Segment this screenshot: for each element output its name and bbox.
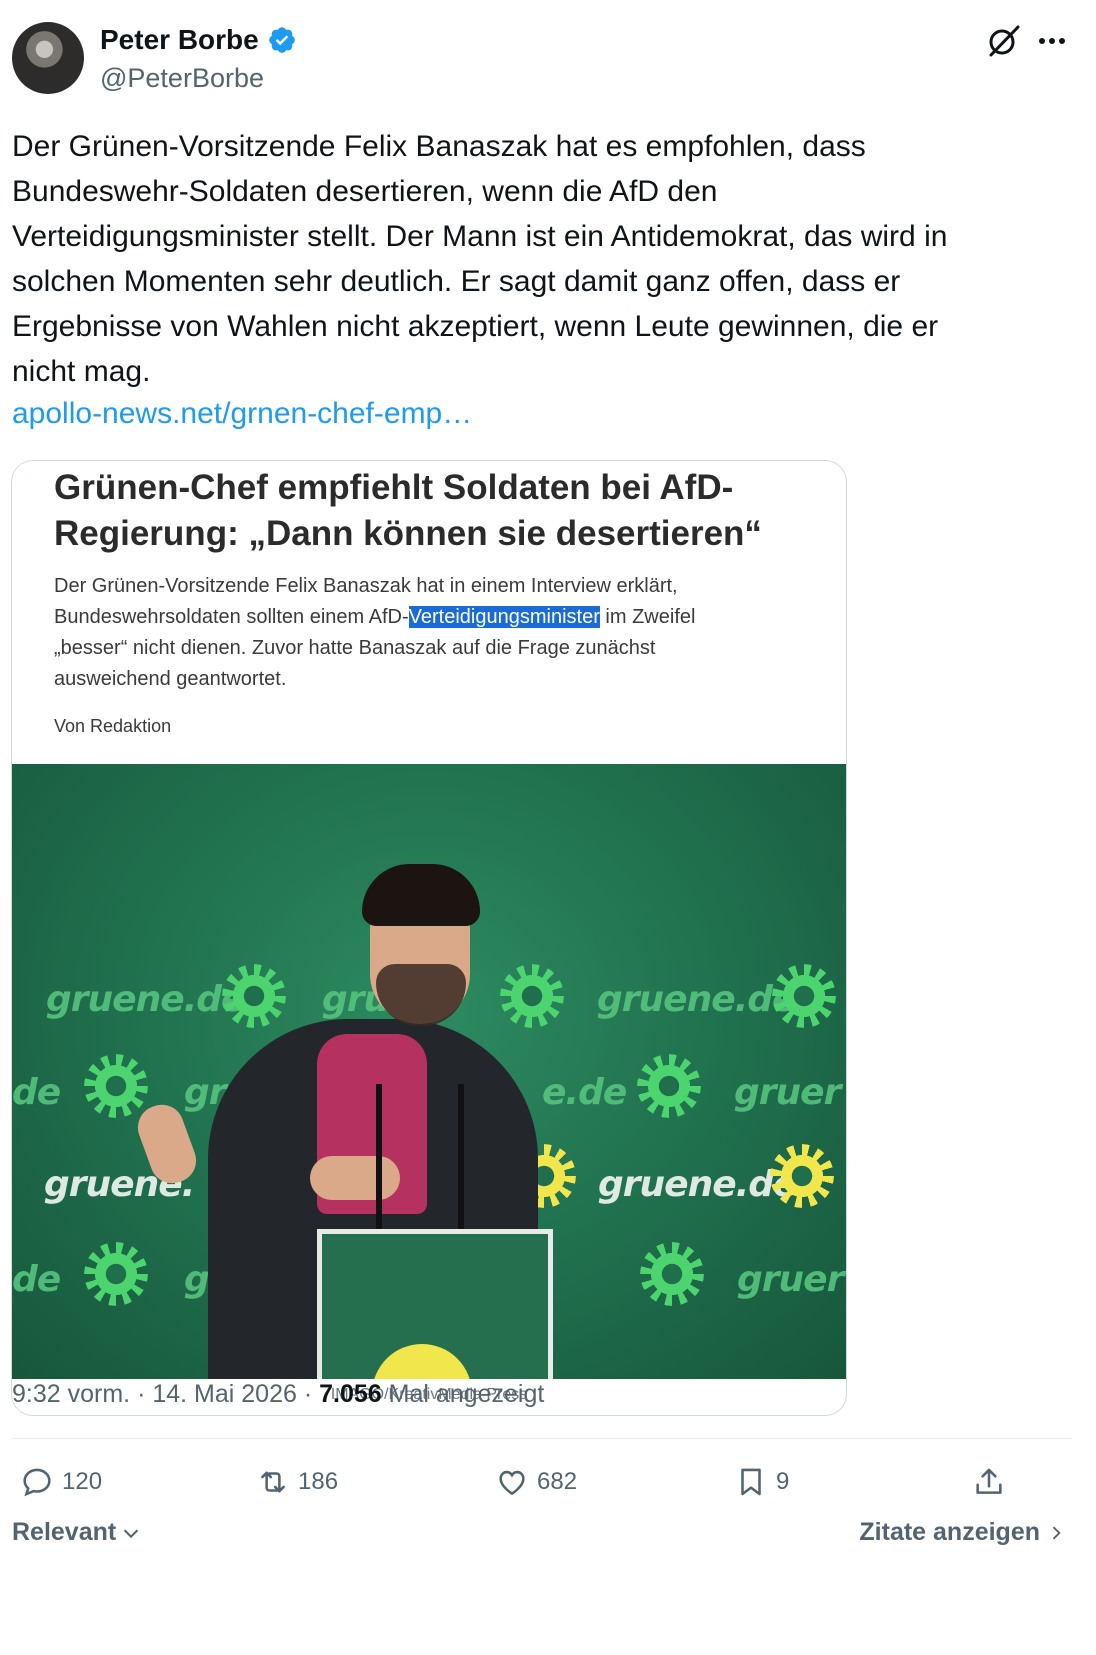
view-count: 7.056 <box>319 1380 382 1408</box>
bookmark-icon <box>741 1468 761 1496</box>
divider <box>12 1438 1072 1439</box>
watermark-text: gruer <box>734 1072 841 1113</box>
sunflower-logo-icon <box>84 1054 148 1118</box>
like-button[interactable]: 682 <box>495 1460 577 1504</box>
article-title: Grünen-Chef empfiehlt Soldaten bei AfD-R… <box>54 468 762 553</box>
sunflower-logo-icon <box>222 964 286 1028</box>
share-icon <box>976 1468 1002 1494</box>
watermark-text: gruene.de <box>46 979 245 1020</box>
bookmark-button[interactable]: 9 <box>734 1460 789 1504</box>
verified-badge-icon <box>268 27 295 53</box>
tweet-meta: 9:32 vorm. · 14. Mai 2026 · 7.056 Mal an… <box>12 1374 544 1414</box>
sunflower-logo-icon <box>500 964 564 1028</box>
article-lead-highlight: Verteidigungsminister <box>408 606 600 628</box>
view-count-label: Mal angezeigt <box>388 1380 545 1408</box>
watermark-text: de <box>12 1072 61 1113</box>
reply-button[interactable]: 120 <box>20 1460 102 1504</box>
media-card[interactable]: Grünen-Chef empfiehlt Soldaten bei AfD-R… <box>11 460 847 1416</box>
tweet-text: Der Grünen-Vorsitzende Felix Banaszak ha… <box>12 130 948 388</box>
article-author: Von Redaktion <box>54 716 172 736</box>
speaker-beard <box>376 964 466 1026</box>
watermark-text: e.de <box>542 1072 627 1113</box>
tweet-time[interactable]: 9:32 vorm. <box>12 1380 130 1408</box>
repost-count: 186 <box>298 1468 339 1495</box>
watermark-text: gruene.de <box>598 1164 797 1205</box>
meta-separator: · <box>137 1380 153 1408</box>
repost-button[interactable]: 186 <box>256 1460 338 1504</box>
grok-icon[interactable] <box>985 22 1023 60</box>
heart-icon <box>499 1470 525 1496</box>
meta-separator: · <box>303 1380 320 1408</box>
bookmark-count: 9 <box>776 1468 790 1495</box>
speaker-hair <box>362 864 480 926</box>
watermark-text: de <box>12 1259 61 1300</box>
tweet-date[interactable]: 14. Mai 2026 <box>152 1380 297 1408</box>
microphone <box>376 1084 382 1234</box>
show-quotes-link[interactable]: Zitate anzeigen <box>859 1518 1066 1547</box>
sunflower-logo-icon <box>772 964 836 1028</box>
avatar[interactable] <box>12 22 84 94</box>
quotes-label: Zitate anzeigen <box>859 1518 1040 1546</box>
sort-label: Relevant <box>12 1518 117 1546</box>
speaker-hand <box>310 1156 400 1200</box>
more-options-icon[interactable] <box>1035 24 1069 58</box>
share-button[interactable] <box>972 1460 1006 1504</box>
repost-icon <box>261 1471 285 1493</box>
reply-count: 120 <box>62 1468 103 1495</box>
watermark-text: gruene.de <box>597 979 796 1020</box>
chevron-right-icon <box>1052 1526 1061 1539</box>
tweet-link[interactable]: apollo-news.net/grnen-chef-emp… <box>12 391 472 436</box>
article-lead: Der Grünen-Vorsitzende Felix Banaszak ha… <box>54 571 774 695</box>
sunflower-logo-icon <box>84 1242 148 1306</box>
article-photo: gruene.de gru gruene.de de gruen e.de gr… <box>12 764 846 1379</box>
chevron-down-icon <box>124 1529 139 1538</box>
author-display-name[interactable]: Peter Borbe <box>100 24 259 56</box>
watermark-text: gruer <box>737 1259 844 1300</box>
like-count: 682 <box>537 1468 578 1495</box>
reply-icon <box>23 1468 51 1497</box>
sunflower-logo-icon <box>637 1054 701 1118</box>
sunflower-logo-icon <box>770 1144 834 1208</box>
sunflower-logo-icon <box>640 1242 704 1306</box>
author-name-row[interactable]: Peter Borbe <box>100 24 297 56</box>
author-handle[interactable]: @PeterBorbe <box>100 62 264 94</box>
microphone <box>458 1084 464 1234</box>
sort-dropdown[interactable]: Relevant <box>12 1518 142 1547</box>
